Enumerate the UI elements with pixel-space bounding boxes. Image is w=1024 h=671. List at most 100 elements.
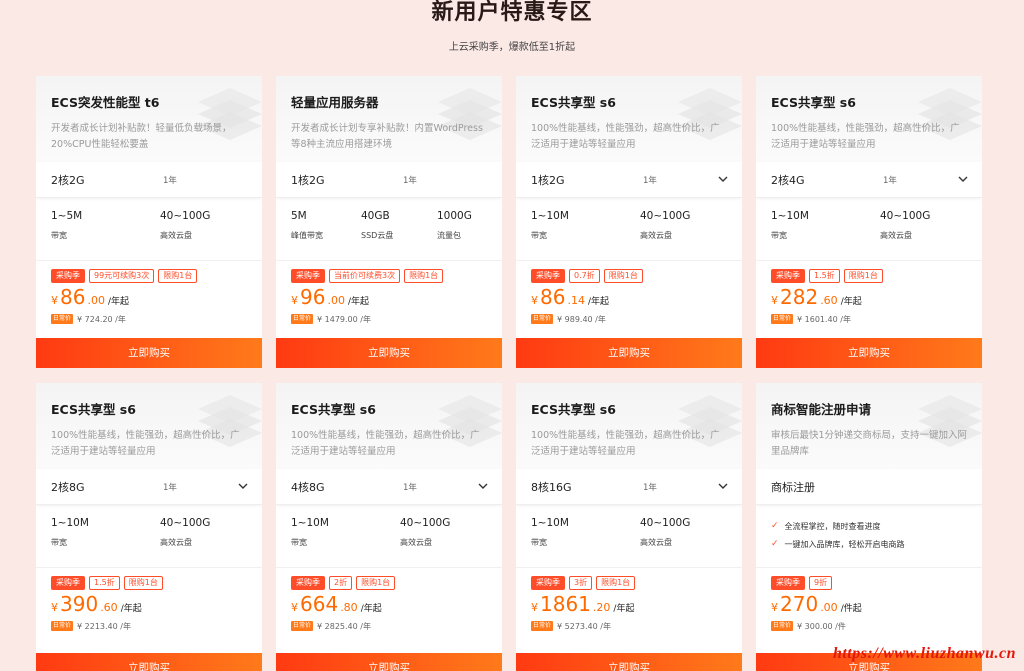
tag-row: 采购季 3折 限购1台 bbox=[516, 576, 742, 590]
chevron-down-icon[interactable] bbox=[718, 481, 728, 491]
config-value: 2核4G bbox=[771, 173, 805, 187]
price-decimal: .80 bbox=[340, 601, 358, 614]
regular-price-badge: 日常价 bbox=[291, 621, 314, 631]
product-name: ECS共享型 s6 bbox=[51, 402, 136, 417]
currency-symbol: ¥ bbox=[291, 601, 298, 614]
page-subtitle: 上云采购季，爆款低至1折起 bbox=[448, 42, 576, 53]
original-price: 日常价 ¥ 2213.40 /年 bbox=[36, 618, 262, 634]
feature-value: 40~100G bbox=[400, 517, 451, 529]
currency-symbol: ¥ bbox=[771, 294, 778, 307]
discount-tag: 1.5折 bbox=[809, 269, 840, 283]
price-unit: /件起 bbox=[840, 604, 862, 614]
config-selector[interactable]: 2核4G 1年 bbox=[756, 162, 982, 198]
price-unit: /年起 bbox=[120, 604, 142, 614]
limit-tag: 限购1台 bbox=[596, 576, 636, 590]
duration-value: 1年 bbox=[403, 482, 417, 493]
buy-now-button[interactable]: 立即购买 bbox=[756, 338, 982, 368]
chevron-down-icon[interactable] bbox=[478, 481, 488, 491]
feature-item: 1~10M 带宽 bbox=[531, 210, 569, 241]
check-icon: ✓ bbox=[771, 521, 779, 531]
feature-value: 40~100G bbox=[880, 210, 931, 222]
buy-now-button[interactable]: 立即购买 bbox=[516, 338, 742, 368]
buy-now-button[interactable]: 立即购买 bbox=[276, 653, 502, 671]
benefit-item: ✓ 一键加入品牌库，轻松开启电商路 bbox=[771, 535, 982, 553]
regular-price-badge: 日常价 bbox=[531, 621, 554, 631]
product-card[interactable]: ECS共享型 s6 100%性能基线，性能强劲，超高性价比，广泛适用于建站等轻量应… bbox=[276, 383, 502, 671]
original-price-value: ¥ 724.20 /年 bbox=[77, 314, 126, 324]
buy-now-button[interactable]: 立即购买 bbox=[276, 338, 502, 368]
feature-label: 带宽 bbox=[291, 538, 307, 547]
price: ¥664.80/年起 bbox=[276, 592, 502, 618]
config-value: 1核2G bbox=[291, 173, 325, 187]
feature-label: 高效云盘 bbox=[640, 231, 672, 240]
duration-value: 1年 bbox=[163, 175, 177, 186]
feature-label: 高效云盘 bbox=[400, 538, 432, 547]
limit-tag: 限购1台 bbox=[843, 269, 883, 283]
product-description: 开发者成长计划补贴款！轻量低负载场景，20%CPU性能轻松要盖 bbox=[51, 123, 232, 150]
original-price-value: ¥ 1601.40 /年 bbox=[797, 314, 851, 324]
price-integer: 664 bbox=[300, 592, 339, 616]
buy-now-button[interactable]: 立即购买 bbox=[36, 653, 262, 671]
config-selector[interactable]: 4核8G 1年 bbox=[276, 469, 502, 505]
spec-features: 1~10M 带宽 40~100G 高效云盘 bbox=[516, 198, 742, 260]
config-value: 4核8G bbox=[291, 480, 325, 494]
feature-item: 1~10M 带宽 bbox=[291, 517, 329, 548]
feature-value: 1~10M bbox=[771, 210, 809, 222]
original-price-value: ¥ 989.40 /年 bbox=[557, 314, 606, 324]
product-card[interactable]: ECS共享型 s6 100%性能基线，性能强劲，超高性价比，广泛适用于建站等轻量应… bbox=[36, 383, 262, 671]
original-price: 日常价 ¥ 1601.40 /年 bbox=[756, 311, 982, 327]
duration-value: 1年 bbox=[643, 175, 657, 186]
price-decimal: .00 bbox=[327, 294, 345, 307]
price-unit: /年起 bbox=[840, 297, 862, 307]
season-tag: 采购季 bbox=[771, 269, 805, 283]
original-price-value: ¥ 2213.40 /年 bbox=[77, 621, 131, 631]
original-price: 日常价 ¥ 2825.40 /年 bbox=[276, 618, 502, 634]
price-unit: /年起 bbox=[587, 297, 609, 307]
feature-item: 1~5M 带宽 bbox=[51, 210, 82, 241]
price-unit: /年起 bbox=[613, 604, 635, 614]
config-selector[interactable]: 2核8G 1年 bbox=[36, 469, 262, 505]
feature-value: 40~100G bbox=[640, 517, 691, 529]
chevron-down-icon[interactable] bbox=[238, 481, 248, 491]
config-selector: 2核2G 1年 bbox=[36, 162, 262, 198]
spec-features: 1~10M 带宽 40~100G 高效云盘 bbox=[36, 505, 262, 567]
product-card[interactable]: ECS共享型 s6 100%性能基线，性能强劲，超高性价比，广泛适用于建站等轻量应… bbox=[516, 76, 742, 368]
feature-label: 带宽 bbox=[531, 231, 547, 240]
product-card[interactable]: ECS共享型 s6 100%性能基线，性能强劲，超高性价比，广泛适用于建站等轻量应… bbox=[516, 383, 742, 671]
spec-features: 5M 峰值带宽 40GB SSD云盘 1000G 流量包 bbox=[276, 198, 502, 260]
currency-symbol: ¥ bbox=[531, 294, 538, 307]
product-description: 审核后最快1分钟递交商标局，支持一键加入阿里品牌库 bbox=[771, 430, 968, 457]
product-card[interactable]: ECS突发性能型 t6 开发者成长计划补贴款！轻量低负载场景，20%CPU性能轻松… bbox=[36, 76, 262, 368]
feature-item: 1~10M 带宽 bbox=[51, 517, 89, 548]
config-selector[interactable]: 8核16G 1年 bbox=[516, 469, 742, 505]
feature-label: 带宽 bbox=[51, 538, 67, 547]
tag-row: 采购季 99元可续购3次 限购1台 bbox=[36, 269, 262, 283]
config-selector[interactable]: 1核2G 1年 bbox=[516, 162, 742, 198]
price: ¥96.00/年起 bbox=[276, 285, 502, 311]
feature-item: 40~100G 高效云盘 bbox=[880, 210, 930, 241]
benefit-text: 全流程掌控，随时查看进度 bbox=[784, 521, 881, 531]
check-icon: ✓ bbox=[771, 539, 779, 549]
product-description: 100%性能基线，性能强劲，超高性价比，广泛适用于建站等轻量应用 bbox=[531, 430, 720, 457]
buy-now-button[interactable]: 立即购买 bbox=[516, 653, 742, 671]
price-decimal: .14 bbox=[567, 294, 585, 307]
product-name: ECS共享型 s6 bbox=[531, 402, 616, 417]
buy-now-button[interactable]: 立即购买 bbox=[36, 338, 262, 368]
discount-tag: 1.5折 bbox=[89, 576, 120, 590]
product-card[interactable]: ECS共享型 s6 100%性能基线，性能强劲，超高性价比，广泛适用于建站等轻量应… bbox=[756, 76, 982, 368]
season-tag: 采购季 bbox=[771, 576, 805, 590]
feature-item: 40~100G 高效云盘 bbox=[400, 517, 450, 548]
product-card[interactable]: 商标智能注册申请 审核后最快1分钟递交商标局，支持一键加入阿里品牌库 商标注册 ✓ 全流… bbox=[756, 383, 982, 671]
feature-item: 40~100G 高效云盘 bbox=[640, 517, 690, 548]
product-card[interactable]: 轻量应用服务器 开发者成长计划专享补贴款！内置WordPress等8种主流应用搭建… bbox=[276, 76, 502, 368]
currency-symbol: ¥ bbox=[51, 601, 58, 614]
config-value: 商标注册 bbox=[771, 480, 815, 494]
feature-value: 1~10M bbox=[531, 517, 569, 529]
season-tag: 采购季 bbox=[531, 269, 565, 283]
card-header: ECS共享型 s6 100%性能基线，性能强劲，超高性价比，广泛适用于建站等轻量应… bbox=[516, 76, 742, 162]
regular-price-badge: 日常价 bbox=[531, 314, 554, 324]
chevron-down-icon[interactable] bbox=[718, 174, 728, 184]
limit-tag: 限购1台 bbox=[404, 269, 444, 283]
tag-row: 采购季 9折 bbox=[756, 576, 982, 590]
chevron-down-icon[interactable] bbox=[958, 174, 968, 184]
